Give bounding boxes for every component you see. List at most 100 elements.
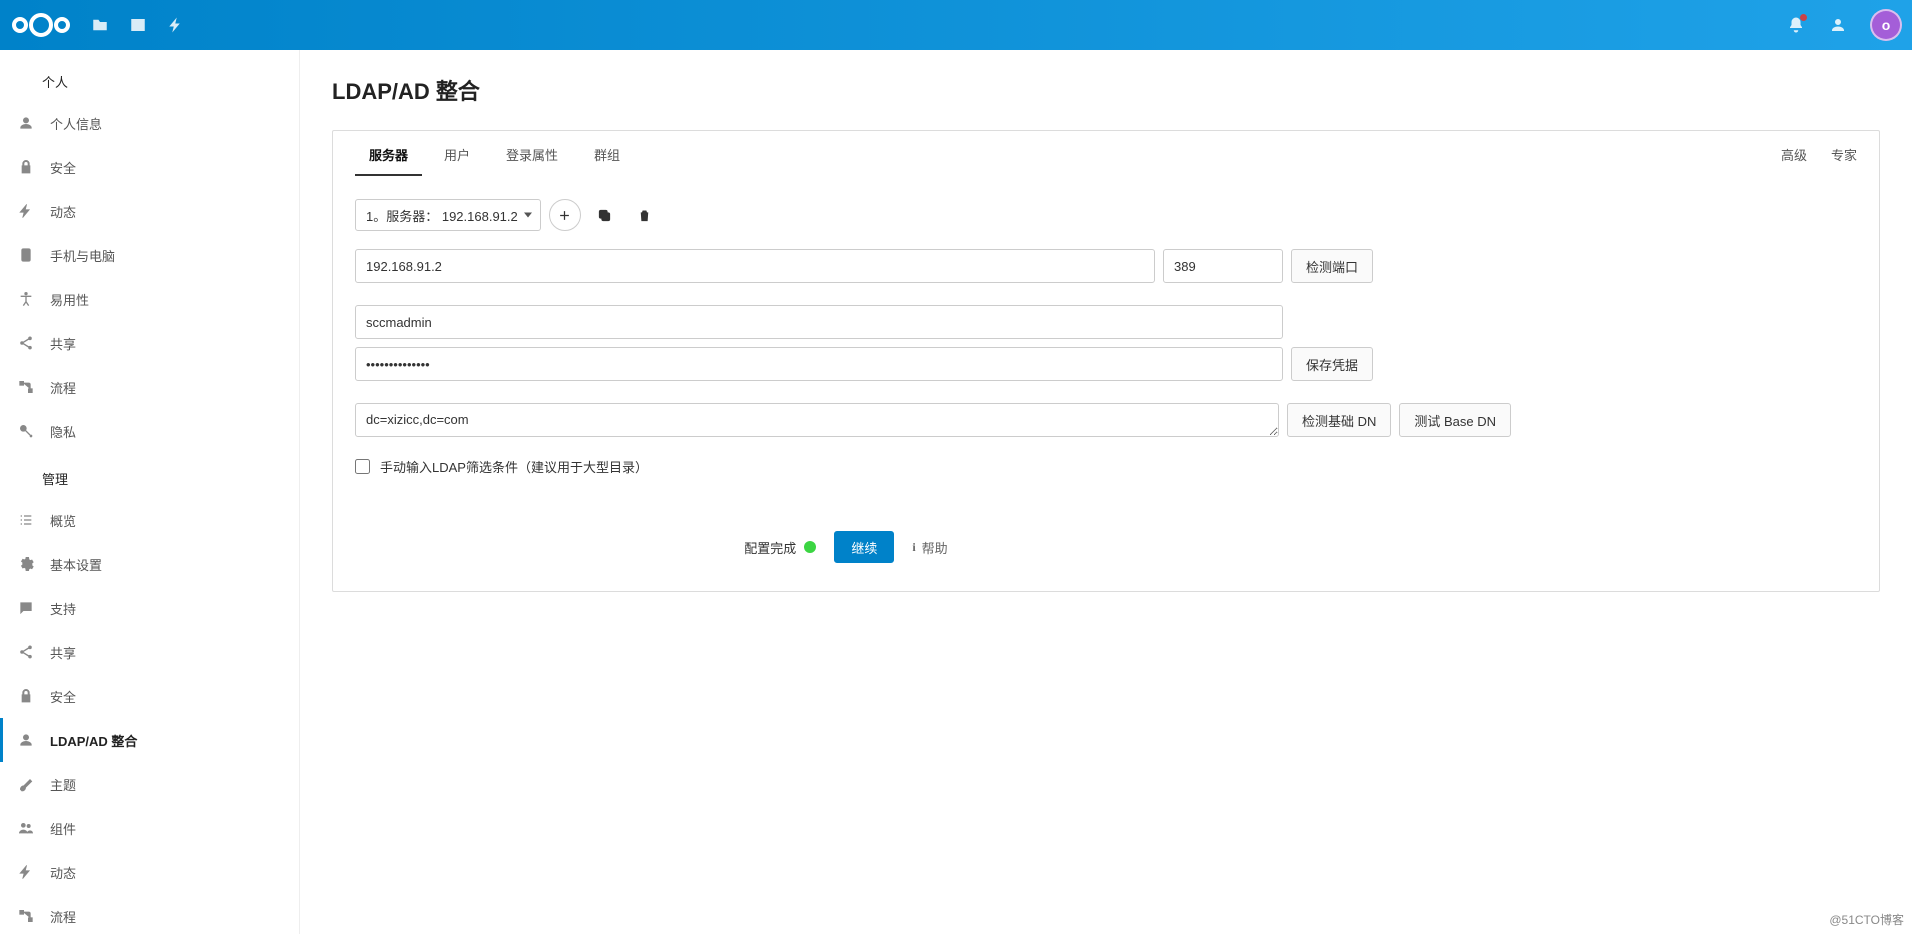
brush-icon xyxy=(18,776,34,792)
app-header: o xyxy=(0,0,1912,50)
sidebar-item-component[interactable]: 组件 xyxy=(0,806,299,850)
base-dn-input[interactable] xyxy=(355,403,1279,437)
sidebar-item-activity-admin[interactable]: 动态 xyxy=(0,850,299,894)
config-status: 配置完成 xyxy=(744,538,816,557)
test-base-dn-button[interactable]: 测试 Base DN xyxy=(1399,403,1511,437)
sidebar-item-label: LDAP/AD 整合 xyxy=(50,731,137,750)
tab-groups[interactable]: 群组 xyxy=(580,133,634,176)
tab-users[interactable]: 用户 xyxy=(430,133,484,176)
tab-server[interactable]: 服务器 xyxy=(355,133,422,176)
info-icon: i xyxy=(912,540,915,555)
password-row: 保存凭据 xyxy=(355,347,1857,381)
sidebar-item-label: 共享 xyxy=(50,334,76,353)
tabs-left: 服务器 用户 登录属性 群组 xyxy=(355,133,634,176)
status-text: 配置完成 xyxy=(744,538,796,557)
base-dn-row: 检测基础 DN 测试 Base DN xyxy=(355,403,1857,437)
server-select-row: 1。服务器： 192.168.91.2 xyxy=(355,199,1857,231)
manual-filter-checkbox[interactable] xyxy=(355,459,370,474)
user-dn-input[interactable] xyxy=(355,305,1283,339)
delete-config-button[interactable] xyxy=(629,199,661,231)
ldap-panel: 服务器 用户 登录属性 群组 高级 专家 1。服务器： 192.168.91.2 xyxy=(332,130,1880,592)
server-select-text: 1。服务器： 192.168.91.2 xyxy=(366,206,518,225)
continue-button[interactable]: 继续 xyxy=(834,531,894,563)
bell-icon[interactable] xyxy=(1786,15,1806,35)
link-advanced[interactable]: 高级 xyxy=(1781,145,1807,164)
add-server-button[interactable] xyxy=(549,199,581,231)
sidebar-item-label: 易用性 xyxy=(50,290,89,309)
sidebar-item-devices[interactable]: 手机与电脑 xyxy=(0,233,299,277)
flow-icon xyxy=(18,379,34,395)
sidebar-item-label: 动态 xyxy=(50,202,76,221)
sidebar-item-personal-info[interactable]: 个人信息 xyxy=(0,101,299,145)
lock-icon xyxy=(18,688,34,704)
sidebar-item-label: 基本设置 xyxy=(50,555,102,574)
sidebar-section-personal: 个人 xyxy=(0,56,299,101)
files-icon[interactable] xyxy=(90,15,110,35)
sidebar-item-sharing[interactable]: 共享 xyxy=(0,321,299,365)
privacy-icon xyxy=(18,423,34,439)
activity-icon[interactable] xyxy=(166,15,186,35)
user-dn-row xyxy=(355,305,1857,339)
sidebar-item-label: 安全 xyxy=(50,158,76,177)
detect-base-dn-button[interactable]: 检测基础 DN xyxy=(1287,403,1391,437)
sidebar-item-label: 隐私 xyxy=(50,422,76,441)
bolt-icon xyxy=(18,864,34,880)
sidebar-item-label: 个人信息 xyxy=(50,114,102,133)
sidebar-item-accessibility[interactable]: 易用性 xyxy=(0,277,299,321)
sidebar-item-security-admin[interactable]: 安全 xyxy=(0,674,299,718)
sidebar-item-label: 共享 xyxy=(50,643,76,662)
chat-icon xyxy=(18,600,34,616)
port-input[interactable] xyxy=(1163,249,1283,283)
watermark: @51CTO博客 xyxy=(1829,911,1904,928)
sidebar-item-privacy[interactable]: 隐私 xyxy=(0,409,299,453)
tabs-right: 高级 专家 xyxy=(1781,145,1857,164)
header-right: o xyxy=(1786,9,1902,41)
copy-config-button[interactable] xyxy=(589,199,621,231)
sidebar-item-overview[interactable]: 概览 xyxy=(0,498,299,542)
detect-port-button[interactable]: 检测端口 xyxy=(1291,249,1373,283)
nextcloud-logo[interactable] xyxy=(10,9,72,41)
sidebar-item-label: 手机与电脑 xyxy=(50,246,115,265)
sidebar-item-label: 动态 xyxy=(50,863,76,882)
host-input[interactable] xyxy=(355,249,1155,283)
link-expert[interactable]: 专家 xyxy=(1831,145,1857,164)
lock-icon xyxy=(18,159,34,175)
gear-icon xyxy=(18,556,34,572)
sidebar-item-label: 安全 xyxy=(50,687,76,706)
server-select[interactable]: 1。服务器： 192.168.91.2 xyxy=(355,199,541,231)
avatar[interactable]: o xyxy=(1870,9,1902,41)
share-icon xyxy=(18,335,34,351)
sidebar-item-label: 流程 xyxy=(50,378,76,397)
sidebar-item-support[interactable]: 支持 xyxy=(0,586,299,630)
help-text: 帮助 xyxy=(922,538,948,557)
user-icon xyxy=(18,115,34,131)
tabs-row: 服务器 用户 登录属性 群组 高级 专家 xyxy=(355,131,1857,179)
share-icon xyxy=(18,644,34,660)
footer-actions: 配置完成 继续 i 帮助 xyxy=(355,531,1857,563)
status-dot-icon xyxy=(804,541,816,553)
sidebar-item-basic-settings[interactable]: 基本设置 xyxy=(0,542,299,586)
users-icon xyxy=(18,820,34,836)
sidebar-item-theme[interactable]: 主题 xyxy=(0,762,299,806)
sidebar-item-sharing-admin[interactable]: 共享 xyxy=(0,630,299,674)
manual-filter-label: 手动输入LDAP筛选条件（建议用于大型目录） xyxy=(380,457,648,476)
sidebar-item-flow[interactable]: 流程 xyxy=(0,365,299,409)
save-credentials-button[interactable]: 保存凭据 xyxy=(1291,347,1373,381)
list-icon xyxy=(18,512,34,528)
sidebar-item-activity[interactable]: 动态 xyxy=(0,189,299,233)
sidebar-item-security[interactable]: 安全 xyxy=(0,145,299,189)
sidebar-item-label: 组件 xyxy=(50,819,76,838)
sidebar-item-label: 流程 xyxy=(50,907,76,926)
tab-login[interactable]: 登录属性 xyxy=(492,133,572,176)
device-icon xyxy=(18,247,34,263)
contacts-icon[interactable] xyxy=(1828,15,1848,35)
gallery-icon[interactable] xyxy=(128,15,148,35)
password-input[interactable] xyxy=(355,347,1283,381)
host-port-row: 检测端口 xyxy=(355,249,1857,283)
sidebar-item-flow-admin[interactable]: 流程 xyxy=(0,894,299,934)
sidebar-item-ldap[interactable]: LDAP/AD 整合 xyxy=(0,718,299,762)
sidebar-item-label: 主题 xyxy=(50,775,76,794)
sidebar-section-admin: 管理 xyxy=(0,453,299,498)
sidebar-item-label: 概览 xyxy=(50,511,76,530)
help-link[interactable]: i 帮助 xyxy=(912,538,947,557)
